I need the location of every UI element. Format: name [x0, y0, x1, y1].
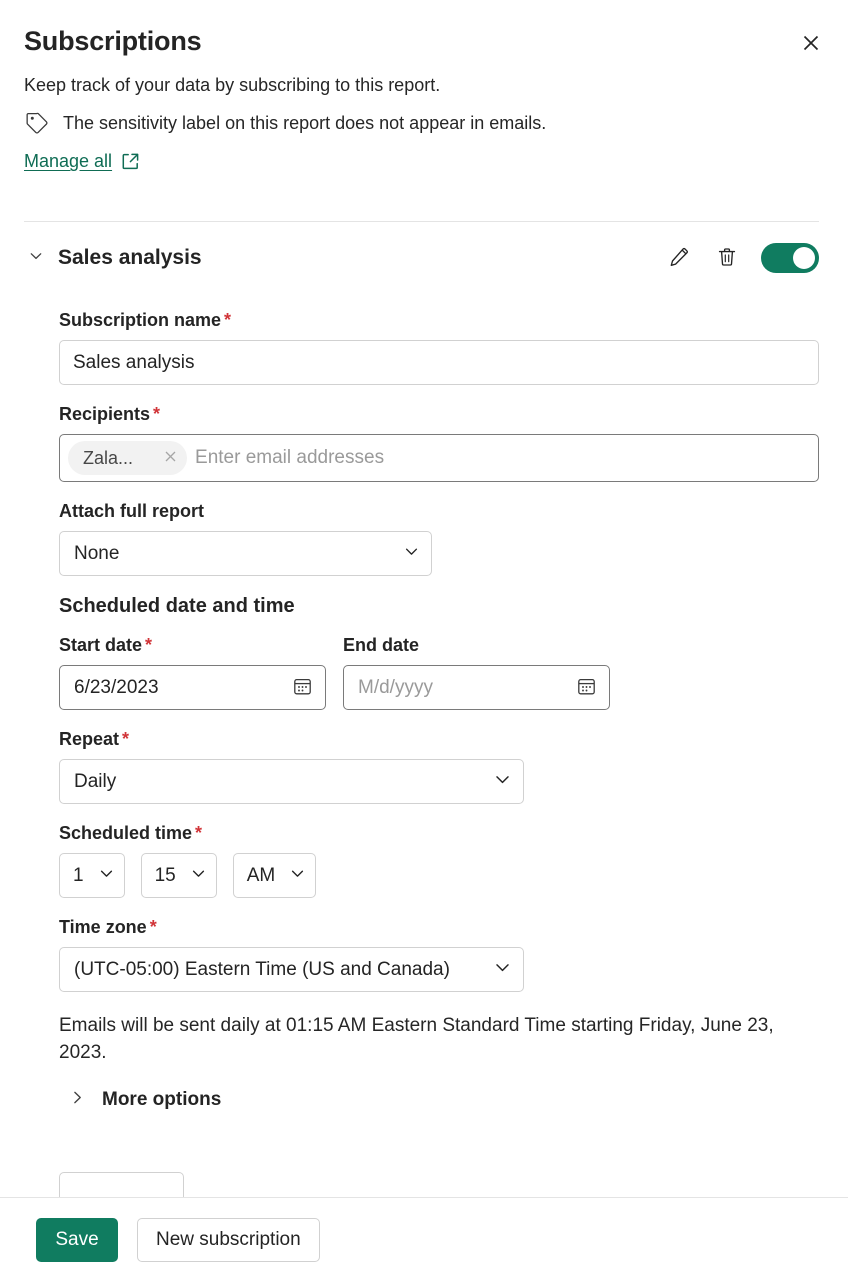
repeat-label-text: Repeat: [59, 729, 119, 749]
attach-full-report-dropdown[interactable]: None: [59, 531, 432, 576]
more-options-toggle[interactable]: More options: [59, 1088, 221, 1112]
pencil-icon: [668, 246, 690, 271]
save-button[interactable]: Save: [36, 1218, 118, 1262]
required-asterisk: *: [195, 823, 202, 843]
required-asterisk: *: [145, 635, 152, 655]
toggle-knob: [793, 247, 815, 269]
hour-dropdown[interactable]: 1: [59, 853, 125, 898]
end-date-calendar-button[interactable]: [573, 675, 599, 701]
subscription-name-label: Subscription name*: [59, 308, 819, 332]
chevron-down-icon: [493, 770, 512, 794]
more-options-label: More options: [102, 1088, 221, 1112]
subscription-form: Subscription name* Recipients* Zala...: [59, 308, 819, 1112]
subscription-title: Sales analysis: [58, 244, 202, 272]
end-date-label-text: End date: [343, 635, 419, 655]
calendar-icon: [292, 676, 313, 700]
required-asterisk: *: [150, 917, 157, 937]
panel-subtitle: Keep track of your data by subscribing t…: [24, 73, 824, 98]
remove-recipient-button[interactable]: [157, 445, 183, 471]
recipient-pill-label: Zala...: [83, 447, 133, 469]
chevron-down-icon: [493, 958, 512, 982]
scheduled-section-label: Scheduled date and time: [59, 593, 819, 619]
close-icon: [801, 33, 821, 53]
close-panel-button[interactable]: [794, 26, 828, 60]
time-zone-label: Time zone*: [59, 915, 819, 939]
external-link-icon: [121, 152, 140, 171]
subscription-name-field: Subscription name*: [59, 308, 819, 385]
scheduled-time-label: Scheduled time*: [59, 821, 819, 845]
chevron-down-icon: [190, 865, 207, 887]
minute-dropdown[interactable]: 15: [141, 853, 217, 898]
close-icon: [164, 450, 177, 466]
date-row: Start date*: [59, 633, 819, 710]
chevron-down-icon: [403, 543, 420, 565]
end-date-label: End date: [343, 633, 610, 657]
end-date-input[interactable]: [358, 677, 573, 699]
meridiem-dropdown[interactable]: AM: [233, 853, 317, 898]
end-date-input-container[interactable]: [343, 665, 610, 710]
sensitivity-text: The sensitivity label on this report doe…: [63, 111, 546, 135]
recipients-label-text: Recipients: [59, 404, 150, 424]
repeat-label: Repeat*: [59, 727, 819, 751]
subscription-name-input[interactable]: [59, 340, 819, 385]
start-date-calendar-button[interactable]: [289, 675, 315, 701]
scheduled-time-label-text: Scheduled time: [59, 823, 192, 843]
scheduled-section-heading: Scheduled date and time: [59, 593, 819, 619]
schedule-note: Emails will be sent daily at 01:15 AM Ea…: [59, 1012, 804, 1066]
required-asterisk: *: [153, 404, 160, 424]
subscriptions-panel: Subscriptions Keep track of your data by…: [0, 0, 848, 1282]
required-asterisk: *: [122, 729, 129, 749]
manage-all-link[interactable]: Manage all: [24, 149, 140, 173]
attach-full-report-label: Attach full report: [59, 499, 819, 523]
collapse-subscription-button[interactable]: [24, 246, 48, 270]
start-date-input-container[interactable]: [59, 665, 326, 710]
new-subscription-button[interactable]: New subscription: [137, 1218, 320, 1262]
sensitivity-notice: The sensitivity label on this report doe…: [24, 110, 824, 136]
trash-icon: [716, 246, 738, 271]
chevron-down-icon: [98, 865, 115, 887]
meridiem-value: AM: [247, 864, 276, 888]
header-divider: [24, 221, 819, 222]
edit-subscription-button[interactable]: [665, 244, 693, 272]
page-title: Subscriptions: [24, 24, 201, 58]
time-zone-label-text: Time zone: [59, 917, 147, 937]
panel-footer: Save New subscription: [0, 1197, 848, 1282]
scheduled-time-field: Scheduled time* 1 15: [59, 821, 819, 898]
chevron-right-icon: [69, 1089, 86, 1111]
scheduled-time-row: 1 15 AM: [59, 853, 819, 898]
attach-full-report-field: Attach full report None: [59, 499, 819, 576]
recipient-pill[interactable]: Zala...: [68, 441, 187, 475]
required-asterisk: *: [224, 310, 231, 330]
repeat-value: Daily: [74, 770, 116, 794]
recipients-input-container[interactable]: Zala...: [59, 434, 819, 482]
subscription-name-label-text: Subscription name: [59, 310, 221, 330]
start-date-input[interactable]: [74, 677, 289, 699]
repeat-field: Repeat* Daily: [59, 727, 819, 804]
end-date-field: End date: [343, 633, 610, 710]
time-zone-dropdown[interactable]: (UTC-05:00) Eastern Time (US and Canada): [59, 947, 524, 992]
tag-icon: [24, 110, 50, 136]
panel-header: Subscriptions Keep track of your data by…: [0, 0, 848, 173]
time-zone-value: (UTC-05:00) Eastern Time (US and Canada): [74, 958, 450, 982]
subscription-header-row: Sales analysis: [24, 238, 819, 278]
chevron-down-icon: [289, 865, 306, 887]
start-date-label: Start date*: [59, 633, 326, 657]
chevron-down-icon: [28, 248, 44, 269]
repeat-dropdown[interactable]: Daily: [59, 759, 524, 804]
title-row: Subscriptions: [24, 24, 824, 60]
delete-subscription-button[interactable]: [713, 244, 741, 272]
start-date-label-text: Start date: [59, 635, 142, 655]
recipients-label: Recipients*: [59, 402, 819, 426]
attach-full-report-value: None: [74, 542, 119, 566]
time-zone-field: Time zone* (UTC-05:00) Eastern Time (US …: [59, 915, 819, 992]
manage-all-label: Manage all: [24, 149, 112, 173]
calendar-icon: [576, 676, 597, 700]
recipients-field: Recipients* Zala...: [59, 402, 819, 482]
start-date-field: Start date*: [59, 633, 326, 710]
hour-value: 1: [73, 864, 84, 888]
subscription-enabled-toggle[interactable]: [761, 243, 819, 273]
recipients-email-input[interactable]: [187, 447, 810, 469]
minute-value: 15: [155, 864, 176, 888]
subscription-actions: [665, 243, 819, 273]
